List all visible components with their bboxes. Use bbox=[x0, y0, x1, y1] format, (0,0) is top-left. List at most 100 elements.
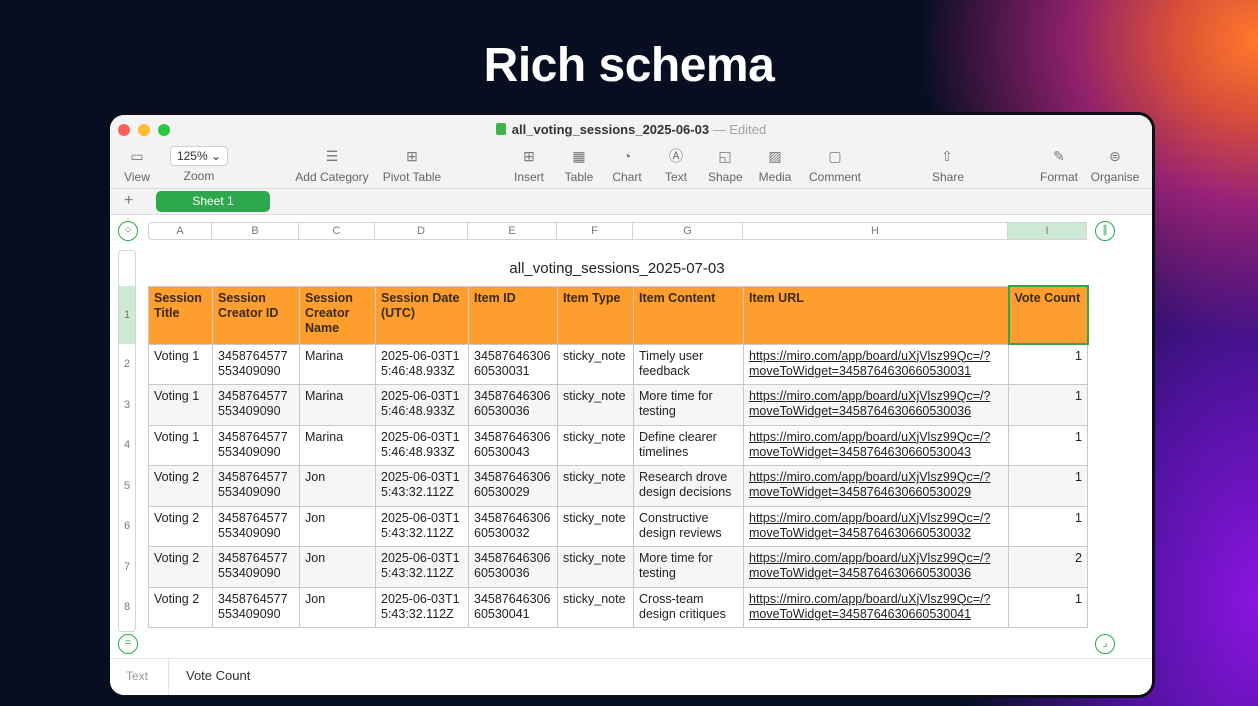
add-column-handle[interactable]: ∥ bbox=[1095, 221, 1115, 241]
format-button[interactable]: ✎ Format bbox=[1040, 145, 1078, 184]
table-cell[interactable]: 3458764577 553409090 bbox=[212, 546, 300, 588]
zoom-select[interactable]: 125% ⌄ bbox=[169, 146, 229, 166]
header-cell[interactable]: Session Date (UTC) bbox=[375, 285, 469, 345]
select-table-button[interactable]: ○ bbox=[118, 221, 138, 241]
table-cell[interactable]: Research drove design decisions bbox=[633, 465, 744, 507]
table-title[interactable]: all_voting_sessions_2025-07-03 bbox=[148, 260, 1086, 277]
table-cell[interactable]: 1 bbox=[1008, 343, 1088, 385]
header-cell[interactable]: Session Creator Name bbox=[299, 285, 376, 345]
table-cell[interactable]: sticky_note bbox=[557, 424, 634, 466]
table-cell[interactable]: 2025-06-03T1 5:46:48.933Z bbox=[375, 343, 469, 385]
table-cell[interactable]: sticky_note bbox=[557, 343, 634, 385]
table-cell[interactable]: sticky_note bbox=[557, 465, 634, 507]
table-cell[interactable]: 2 bbox=[1008, 546, 1088, 588]
column-header[interactable]: C bbox=[299, 222, 375, 240]
table-cell[interactable]: sticky_note bbox=[557, 586, 634, 628]
table-cell[interactable]: Cross-team design critiques bbox=[633, 586, 744, 628]
url-cell[interactable]: https://miro.com/app/board/uXjVlsz99Qc=/… bbox=[743, 586, 1009, 628]
table-cell[interactable]: 2025-06-03T1 5:43:32.112Z bbox=[375, 546, 469, 588]
table-cell[interactable]: 34587646306 60530041 bbox=[468, 586, 558, 628]
chart-button[interactable]: ◔ Chart bbox=[612, 145, 642, 184]
add-sheet-button[interactable]: + bbox=[124, 192, 133, 210]
table-cell[interactable]: 2025-06-03T1 5:46:48.933Z bbox=[375, 424, 469, 466]
url-cell[interactable]: https://miro.com/app/board/uXjVlsz99Qc=/… bbox=[743, 343, 1009, 385]
table-cell[interactable]: 3458764577 553409090 bbox=[212, 586, 300, 628]
table-cell[interactable]: Marina bbox=[299, 343, 376, 385]
table-cell[interactable]: Jon bbox=[299, 465, 376, 507]
url-cell[interactable]: https://miro.com/app/board/uXjVlsz99Qc=/… bbox=[743, 424, 1009, 466]
table-cell[interactable]: Jon bbox=[299, 586, 376, 628]
header-cell[interactable]: Session Creator ID bbox=[212, 285, 300, 345]
table-cell[interactable]: 1 bbox=[1008, 586, 1088, 628]
table-cell[interactable]: 34587646306 60530036 bbox=[468, 546, 558, 588]
table-cell[interactable]: sticky_note bbox=[557, 505, 634, 547]
table-cell[interactable]: 1 bbox=[1008, 505, 1088, 547]
table-cell[interactable]: Marina bbox=[299, 384, 376, 426]
table-cell[interactable]: 1 bbox=[1008, 465, 1088, 507]
table-cell[interactable]: 3458764577 553409090 bbox=[212, 343, 300, 385]
table-cell[interactable]: Voting 2 bbox=[148, 505, 213, 547]
media-button[interactable]: ▨ Media bbox=[758, 145, 792, 184]
table-cell[interactable]: 1 bbox=[1008, 424, 1088, 466]
zoom-control[interactable]: 125% ⌄ Zoom bbox=[166, 145, 232, 183]
column-header[interactable]: F bbox=[557, 222, 633, 240]
table-cell[interactable]: 34587646306 60530043 bbox=[468, 424, 558, 466]
table-cell[interactable]: 3458764577 553409090 bbox=[212, 424, 300, 466]
view-button[interactable]: ▭ View bbox=[124, 145, 150, 184]
table-cell[interactable]: Marina bbox=[299, 424, 376, 466]
table-cell[interactable]: sticky_note bbox=[557, 384, 634, 426]
table-cell[interactable]: More time for testing bbox=[633, 546, 744, 588]
table-cell[interactable]: 34587646306 60530036 bbox=[468, 384, 558, 426]
column-header[interactable]: A bbox=[148, 222, 212, 240]
header-cell-selected[interactable]: Vote Count bbox=[1007, 285, 1089, 345]
column-header[interactable]: H bbox=[743, 222, 1008, 240]
table-cell[interactable]: 34587646306 60530032 bbox=[468, 505, 558, 547]
table-cell[interactable]: 3458764577 553409090 bbox=[212, 465, 300, 507]
url-cell[interactable]: https://miro.com/app/board/uXjVlsz99Qc=/… bbox=[743, 384, 1009, 426]
table-cell[interactable]: More time for testing bbox=[633, 384, 744, 426]
table-cell[interactable]: Voting 1 bbox=[148, 384, 213, 426]
add-row-handle[interactable]: = bbox=[118, 634, 138, 654]
row-header[interactable]: 4 bbox=[119, 425, 135, 466]
url-cell[interactable]: https://miro.com/app/board/uXjVlsz99Qc=/… bbox=[743, 505, 1009, 547]
column-header[interactable]: G bbox=[633, 222, 743, 240]
row-header[interactable]: 2 bbox=[119, 344, 135, 385]
table-cell[interactable]: Define clearer timelines bbox=[633, 424, 744, 466]
row-header[interactable]: 7 bbox=[119, 547, 135, 588]
row-header[interactable]: 5 bbox=[119, 466, 135, 507]
url-cell[interactable]: https://miro.com/app/board/uXjVlsz99Qc=/… bbox=[743, 465, 1009, 507]
table-cell[interactable]: Voting 2 bbox=[148, 465, 213, 507]
table-cell[interactable]: sticky_note bbox=[557, 546, 634, 588]
table-cell[interactable]: 34587646306 60530029 bbox=[468, 465, 558, 507]
share-button[interactable]: ⇧ Share bbox=[932, 145, 964, 184]
column-header-selected[interactable]: I bbox=[1008, 222, 1087, 240]
organise-button[interactable]: ⊜ Organise bbox=[1090, 145, 1140, 184]
table-cell[interactable]: 1 bbox=[1008, 384, 1088, 426]
column-header[interactable]: B bbox=[212, 222, 299, 240]
row-header[interactable]: 8 bbox=[119, 587, 135, 628]
header-cell[interactable]: Item Content bbox=[633, 285, 744, 345]
table-cell[interactable]: 3458764577 553409090 bbox=[212, 384, 300, 426]
tab-sheet-1[interactable]: Sheet 1 bbox=[156, 191, 270, 212]
table-cell[interactable]: Voting 1 bbox=[148, 424, 213, 466]
row-header[interactable]: 6 bbox=[119, 506, 135, 547]
table-cell[interactable]: 2025-06-03T1 5:43:32.112Z bbox=[375, 505, 469, 547]
comment-button[interactable]: ▢ Comment bbox=[808, 145, 862, 184]
table-cell[interactable]: 2025-06-03T1 5:46:48.933Z bbox=[375, 384, 469, 426]
row-header-selected[interactable]: 1 bbox=[119, 286, 135, 344]
shape-button[interactable]: ◱ Shape bbox=[708, 145, 743, 184]
table-cell[interactable]: Voting 1 bbox=[148, 343, 213, 385]
add-category-button[interactable]: ☰ Add Category bbox=[294, 145, 370, 184]
column-header[interactable]: E bbox=[468, 222, 557, 240]
pivot-table-button[interactable]: ⊞ Pivot Table bbox=[382, 145, 442, 184]
table-cell[interactable]: Constructive design reviews bbox=[633, 505, 744, 547]
resize-table-handle[interactable]: ⌟ bbox=[1095, 634, 1115, 654]
table-cell[interactable]: Voting 2 bbox=[148, 586, 213, 628]
row-header[interactable]: 3 bbox=[119, 385, 135, 426]
column-header[interactable]: D bbox=[375, 222, 468, 240]
table-button[interactable]: ▦ Table bbox=[564, 145, 594, 184]
table-cell[interactable]: 34587646306 60530031 bbox=[468, 343, 558, 385]
header-cell[interactable]: Item Type bbox=[557, 285, 634, 345]
header-cell[interactable]: Session Title bbox=[148, 285, 213, 345]
header-cell[interactable]: Item URL bbox=[743, 285, 1009, 345]
